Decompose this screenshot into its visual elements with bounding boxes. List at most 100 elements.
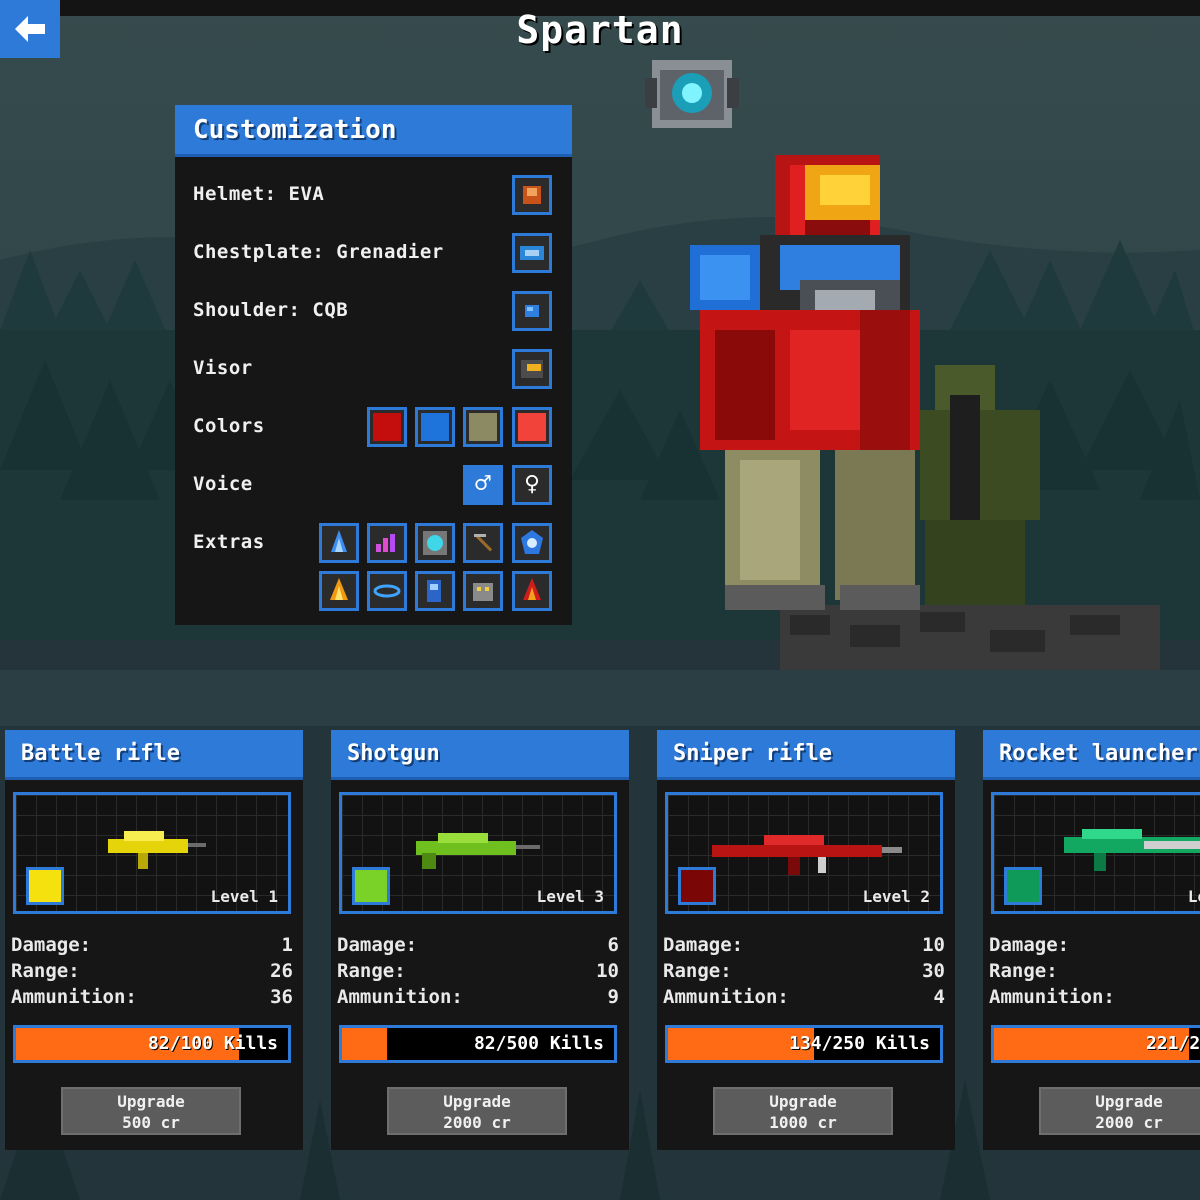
stat-label: Damage: bbox=[11, 934, 92, 956]
stat-value: 6 bbox=[607, 934, 619, 956]
female-icon: ♀ bbox=[524, 469, 540, 499]
chestplate-row[interactable]: Chestplate: Grenadier bbox=[175, 233, 572, 279]
stat-label: Range: bbox=[337, 960, 406, 982]
weapon-card-battle-rifle: Battle rifle Level 1 Damage: 1 Range: 26 A… bbox=[5, 730, 303, 1150]
stat-value: 10 bbox=[922, 934, 945, 956]
shoulder-icon bbox=[525, 305, 539, 317]
stat-value: 4 bbox=[933, 986, 945, 1008]
upgrade-cost: 2000 cr bbox=[443, 1113, 511, 1132]
color-swatch-3[interactable] bbox=[463, 407, 503, 447]
color-swatch-1[interactable] bbox=[367, 407, 407, 447]
visor-slot[interactable] bbox=[512, 349, 552, 389]
weapon-color-swatch[interactable] bbox=[352, 867, 390, 905]
colors-label: Colors bbox=[193, 415, 265, 437]
voice-male-button[interactable]: ♂ bbox=[463, 465, 503, 505]
extra-slot-4[interactable] bbox=[463, 523, 503, 563]
extra-slot-3[interactable] bbox=[415, 523, 455, 563]
kills-count: 221/25 bbox=[1145, 1033, 1200, 1054]
color-swatch-fill bbox=[373, 413, 401, 441]
chestplate-icon bbox=[520, 246, 544, 260]
kills-count: 82/100 bbox=[147, 1033, 213, 1054]
bars-icon bbox=[376, 534, 395, 552]
stat-label: Ammunition: bbox=[989, 986, 1115, 1008]
stat-ammunition: Ammunition: 36 bbox=[11, 986, 293, 1010]
upgrade-button[interactable]: Upgrade 2000 cr bbox=[1039, 1087, 1200, 1135]
male-icon: ♂ bbox=[475, 469, 491, 499]
stat-label: Damage: bbox=[989, 934, 1070, 956]
drone-companion bbox=[645, 60, 739, 128]
halo-ring-icon bbox=[373, 584, 401, 598]
weapon-color-swatch[interactable] bbox=[1004, 867, 1042, 905]
kills-label: Kills bbox=[875, 1033, 930, 1054]
visor-row[interactable]: Visor bbox=[175, 349, 572, 395]
weapon-name: Shotgun bbox=[331, 730, 629, 780]
helmet-slot[interactable] bbox=[512, 175, 552, 215]
stat-damage: Damage: 6 bbox=[337, 934, 619, 958]
extra-slot-8[interactable] bbox=[415, 571, 455, 611]
color-swatch-fill bbox=[421, 413, 449, 441]
upgrade-label: Upgrade bbox=[443, 1092, 511, 1111]
extra-slot-6[interactable] bbox=[319, 571, 359, 611]
stat-label: Ammunition: bbox=[337, 986, 463, 1008]
voice-row: Voice ♂ ♀ bbox=[175, 465, 572, 511]
weapon-color-swatch[interactable] bbox=[26, 867, 64, 905]
extras-label: Extras bbox=[193, 531, 265, 553]
helmet-label: Helmet: EVA bbox=[193, 183, 325, 205]
weapon-card-sniper-rifle: Sniper rifle Level 2 Damage: 10 Range: 30 … bbox=[657, 730, 955, 1150]
color-swatch-fill bbox=[469, 413, 497, 441]
stat-value: 26 bbox=[270, 960, 293, 982]
weapon-preview: Level 2 bbox=[665, 792, 943, 914]
chestplate-label: Chestplate: Grenadier bbox=[193, 241, 444, 263]
color-swatch-4[interactable] bbox=[512, 407, 552, 447]
upgrade-cost: 2000 cr bbox=[1095, 1113, 1163, 1132]
voice-label: Voice bbox=[193, 473, 253, 495]
stat-ammunition: Ammunition: 4 bbox=[663, 986, 945, 1010]
weapon-level: Level 3 bbox=[536, 887, 604, 906]
kills-progress-bar: 82/100 Kills bbox=[13, 1025, 291, 1063]
robot-icon bbox=[473, 583, 493, 601]
helmet-icon bbox=[523, 186, 541, 204]
extra-slot-1[interactable] bbox=[319, 523, 359, 563]
ghost-icon bbox=[427, 580, 441, 602]
voice-female-button[interactable]: ♀ bbox=[512, 465, 552, 505]
visor-label: Visor bbox=[193, 357, 253, 379]
upgrade-button[interactable]: Upgrade 500 cr bbox=[61, 1087, 241, 1135]
stat-value: 10 bbox=[596, 960, 619, 982]
shoulder-row[interactable]: Shoulder: CQB bbox=[175, 291, 572, 337]
color-swatch-fill bbox=[518, 413, 546, 441]
extra-slot-5[interactable] bbox=[512, 523, 552, 563]
stat-label: Range: bbox=[663, 960, 732, 982]
kills-text: 134/250 Kills bbox=[789, 1033, 930, 1054]
red-flame-icon bbox=[523, 578, 541, 600]
upgrade-label: Upgrade bbox=[769, 1092, 837, 1111]
weapon-level: Level 2 bbox=[862, 887, 930, 906]
helmet-row[interactable]: Helmet: EVA bbox=[175, 175, 572, 221]
kills-text: 82/100 Kills bbox=[148, 1033, 278, 1054]
kills-progress-bar: 82/500 Kills bbox=[339, 1025, 617, 1063]
pickaxe-icon bbox=[474, 533, 493, 552]
upgrade-label: Upgrade bbox=[117, 1092, 185, 1111]
visor-icon bbox=[521, 360, 543, 378]
extra-slot-2[interactable] bbox=[367, 523, 407, 563]
upgrade-cost: 1000 cr bbox=[769, 1113, 837, 1132]
shoulder-slot[interactable] bbox=[512, 291, 552, 331]
page-title: Spartan bbox=[516, 8, 684, 52]
weapon-card-shotgun: Shotgun Level 3 Damage: 6 Range: 10 Ammuni… bbox=[331, 730, 629, 1150]
stat-label: Range: bbox=[11, 960, 80, 982]
stat-ammunition: Ammunition: 9 bbox=[337, 986, 619, 1010]
extra-slot-9[interactable] bbox=[463, 571, 503, 611]
weapon-color-swatch[interactable] bbox=[678, 867, 716, 905]
stat-label: Ammunition: bbox=[663, 986, 789, 1008]
extra-slot-7[interactable] bbox=[367, 571, 407, 611]
upgrade-button[interactable]: Upgrade 2000 cr bbox=[387, 1087, 567, 1135]
stat-damage: Damage: bbox=[989, 934, 1200, 958]
emblem-icon bbox=[521, 530, 543, 554]
stat-ammunition: Ammunition: bbox=[989, 986, 1200, 1010]
kills-progress-bar: 221/25 bbox=[991, 1025, 1200, 1063]
stat-range: Range: 26 bbox=[11, 960, 293, 984]
upgrade-label: Upgrade bbox=[1095, 1092, 1163, 1111]
extra-slot-10[interactable] bbox=[512, 571, 552, 611]
upgrade-button[interactable]: Upgrade 1000 cr bbox=[713, 1087, 893, 1135]
color-swatch-2[interactable] bbox=[415, 407, 455, 447]
chestplate-slot[interactable] bbox=[512, 233, 552, 273]
